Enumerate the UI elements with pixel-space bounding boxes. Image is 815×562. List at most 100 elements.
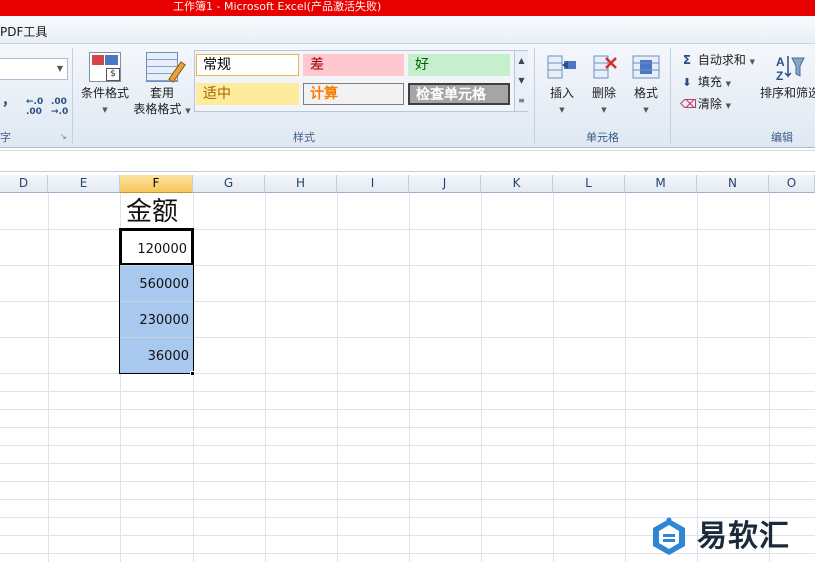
grid-hline <box>0 445 815 446</box>
eraser-icon: ⌫ <box>680 97 697 111</box>
group-separator <box>670 48 671 144</box>
dialog-launcher-icon[interactable]: ↘ <box>60 132 67 141</box>
conditional-format-button[interactable]: $ 条件格式 ▼ <box>78 52 132 115</box>
column-header-g[interactable]: G <box>193 175 265 193</box>
style-calculation[interactable]: 计算 <box>303 83 404 105</box>
column-header-o[interactable]: O <box>769 175 815 193</box>
autosum-label: 自动求和 <box>697 53 746 67</box>
style-good[interactable]: 好 <box>408 54 510 76</box>
increase-decimal-icon[interactable]: ←.0 .00 <box>26 97 43 117</box>
more-icon: ≡ <box>518 96 525 105</box>
title-bar: 工作簿1 - Microsoft Excel(产品激活失败) <box>0 0 815 16</box>
fill-button[interactable]: ⬇ 填充 ▼ <box>680 73 731 90</box>
tab-pdf-tools[interactable]: PDF工具 <box>0 23 47 40</box>
grid-vline <box>193 193 194 562</box>
autosum-button[interactable]: Σ 自动求和 ▼ <box>680 51 755 68</box>
format-cells-icon <box>630 52 662 82</box>
chevron-down-icon: ▼ <box>749 58 756 66</box>
format-as-table-label-2: 表格格式 ▼ <box>133 102 191 116</box>
gallery-scroll-up[interactable]: ▲ <box>514 51 528 71</box>
sort-filter-label: 排序和筛选 <box>760 86 815 100</box>
chevron-down-icon: ▼ <box>643 106 649 114</box>
cells-group-label: 单元格 <box>586 131 619 144</box>
decrease-decimal-icon[interactable]: .00 →.0 <box>51 97 68 117</box>
fill-down-icon: ⬇ <box>682 76 692 89</box>
chevron-down-icon: ▼ <box>559 106 565 114</box>
watermark-logo-icon <box>653 517 685 555</box>
watermark: 易软汇 <box>645 515 815 562</box>
grid-vline <box>48 193 49 562</box>
format-cells-button[interactable]: 格式 ▼ <box>626 52 666 115</box>
grid-hline <box>0 427 815 428</box>
column-header-d[interactable]: D <box>0 175 48 193</box>
column-header-k[interactable]: K <box>481 175 553 193</box>
gallery-scroll-down[interactable]: ▼ <box>514 71 528 91</box>
insert-cells-icon <box>546 52 578 82</box>
table-style-icon <box>146 52 186 83</box>
chevron-down-icon: ▼ <box>518 76 525 85</box>
column-header-i[interactable]: I <box>337 175 409 193</box>
grid-hline <box>0 481 815 482</box>
grid-vline <box>265 193 266 562</box>
gallery-more-button[interactable]: ≡ <box>514 91 528 111</box>
chevron-down-icon: ▼ <box>601 106 607 114</box>
grid-vline <box>625 193 626 562</box>
conditional-format-icon: $ <box>89 52 121 82</box>
delete-label: 删除 <box>591 86 616 100</box>
grid-vline <box>697 193 698 562</box>
grid-hline <box>0 409 815 410</box>
style-normal[interactable]: 常规 <box>196 54 299 76</box>
chevron-down-icon: ▼ <box>56 64 63 73</box>
sort-filter-button[interactable]: AZ 排序和筛选 <box>760 52 815 101</box>
editing-group-label: 编辑 <box>771 131 793 144</box>
insert-cells-button[interactable]: 插入 ▼ <box>542 52 582 115</box>
style-neutral[interactable]: 适中 <box>196 83 299 105</box>
styles-group-label: 样式 <box>293 131 315 144</box>
column-header-f[interactable]: F <box>120 175 193 193</box>
menu-bar: PDF工具 <box>0 16 815 44</box>
column-header-j[interactable]: J <box>409 175 481 193</box>
chevron-down-icon: ▼ <box>725 80 732 88</box>
conditional-format-label: 条件格式 <box>80 86 129 100</box>
format-label: 格式 <box>633 86 658 100</box>
fill-handle[interactable] <box>190 371 195 376</box>
grid-vline <box>337 193 338 562</box>
formula-bar[interactable] <box>0 150 815 172</box>
svg-text:Z: Z <box>776 69 783 82</box>
column-header-h[interactable]: H <box>265 175 337 193</box>
number-format-dropdown[interactable]: ▼ <box>0 58 68 80</box>
grid-hline <box>0 391 815 392</box>
fill-label: 填充 <box>697 75 722 89</box>
column-header-n[interactable]: N <box>697 175 769 193</box>
cell-value[interactable]: 560000 <box>120 265 193 301</box>
format-as-table-button[interactable]: 套用 表格格式 ▼ <box>132 52 192 119</box>
group-separator <box>534 48 535 144</box>
cell-value[interactable]: 230000 <box>120 301 193 337</box>
group-separator <box>72 48 73 144</box>
grid-vline <box>481 193 482 562</box>
column-header-l[interactable]: L <box>553 175 625 193</box>
cell-value[interactable]: 36000 <box>120 337 193 373</box>
insert-label: 插入 <box>549 86 574 100</box>
format-as-table-label-1: 套用 <box>149 86 174 100</box>
ribbon: ▼ ， ←.0 .00 .00 →.0 字 ↘ $ 条件格式 ▼ 套用 表格格式… <box>0 44 815 148</box>
column-header-e[interactable]: E <box>48 175 120 193</box>
grid-vline <box>553 193 554 562</box>
comma-style-icon[interactable]: ， <box>2 94 16 108</box>
grid-hline <box>0 373 815 374</box>
clear-button[interactable]: ⌫ 清除 ▼ <box>680 95 731 112</box>
sigma-icon: Σ <box>682 53 692 67</box>
cell-value[interactable]: 120000 <box>120 229 193 265</box>
grid-vline <box>409 193 410 562</box>
sort-filter-icon: AZ <box>774 52 806 83</box>
delete-cells-icon <box>588 52 620 82</box>
delete-cells-button[interactable]: 删除 ▼ <box>584 52 624 115</box>
grid-hline <box>0 463 815 464</box>
watermark-text: 易软汇 <box>697 519 790 554</box>
chevron-down-icon: ▼ <box>102 106 108 114</box>
style-check-cell[interactable]: 检查单元格 <box>408 83 510 105</box>
cell-f-header[interactable]: 金额 <box>120 193 193 229</box>
column-header-m[interactable]: M <box>625 175 697 193</box>
style-bad[interactable]: 差 <box>303 54 404 76</box>
grid-vline <box>769 193 770 562</box>
